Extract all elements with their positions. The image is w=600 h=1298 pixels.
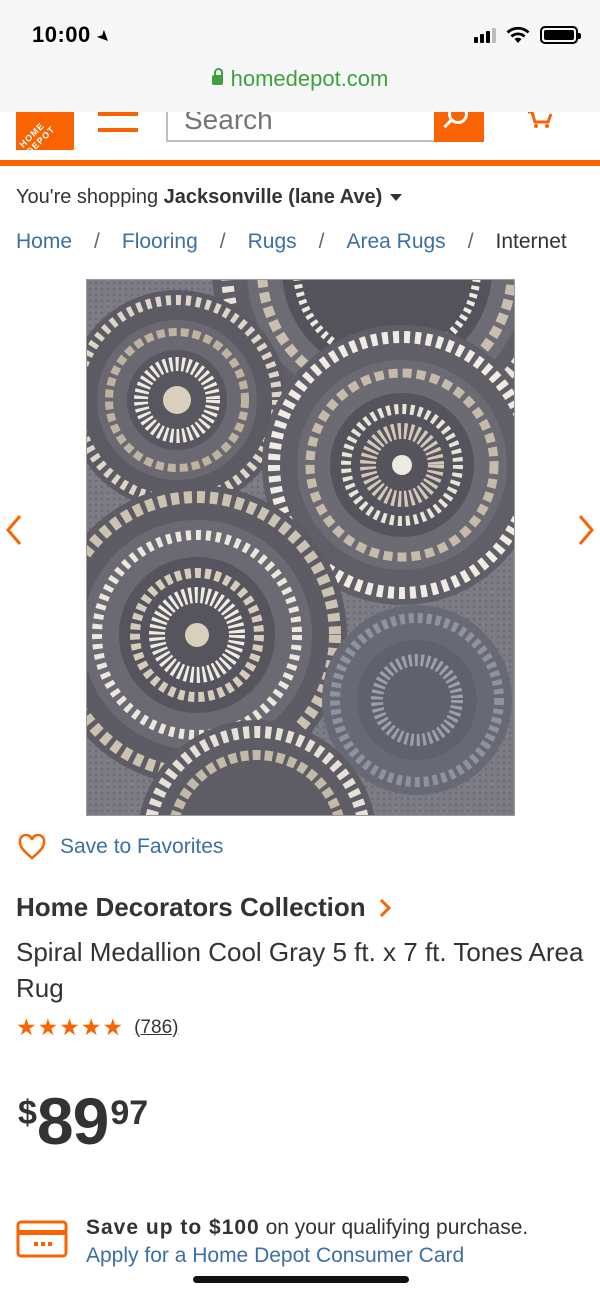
battery-icon [540, 26, 581, 44]
promo-text: Save up to $100 on your qualifying purch… [86, 1216, 528, 1268]
promo-bold: Save up to $100 [86, 1216, 260, 1239]
caret-down-icon[interactable] [390, 194, 403, 202]
price-dollars: 89 [36, 1084, 109, 1158]
brand-link[interactable]: Home Decorators Collection [16, 892, 392, 923]
breadcrumb-separator: / [318, 230, 325, 253]
product-rating[interactable]: ★★★★★ (786) [16, 1014, 178, 1041]
logo-text: HOME DEPOT [17, 120, 58, 157]
product-image[interactable] [86, 279, 515, 816]
time-label: 10:00 [32, 22, 91, 47]
search-icon [448, 112, 468, 124]
promo-line: Save up to $100 on your qualifying purch… [86, 1216, 528, 1240]
product-price: $ 89 97 [18, 1086, 148, 1156]
rug-pattern-image [87, 280, 514, 815]
url-display[interactable]: homedepot.com [0, 66, 600, 92]
breadcrumb-rugs[interactable]: Rugs [248, 230, 297, 254]
store-selector[interactable]: You're shopping Jacksonville (lane Ave) [16, 186, 403, 209]
url-label: homedepot.com [230, 66, 389, 91]
heart-icon[interactable] [18, 834, 46, 860]
status-time: 10:00 ➤ [32, 22, 114, 48]
promo-rest: on your qualifying purchase. [259, 1216, 529, 1239]
apply-card-link[interactable]: Apply for a Home Depot Consumer Card [86, 1244, 528, 1268]
chevron-right-icon [379, 898, 391, 917]
credit-card-promo: Save up to $100 on your qualifying purch… [16, 1216, 528, 1268]
site-header: HOME DEPOT [0, 112, 600, 162]
review-count-link[interactable]: (786) [134, 1017, 178, 1039]
hamburger-menu-icon[interactable] [98, 112, 138, 132]
store-prefix: You're shopping [16, 186, 159, 208]
price-cents: 97 [110, 1094, 149, 1132]
chevron-right-icon[interactable] [578, 514, 594, 546]
status-icons [474, 26, 581, 44]
credit-card-icon [16, 1220, 68, 1258]
store-name[interactable]: Jacksonville (lane Ave) [164, 186, 383, 208]
cart-icon[interactable] [526, 112, 554, 128]
breadcrumb-area-rugs[interactable]: Area Rugs [346, 230, 445, 254]
breadcrumb-home[interactable]: Home [16, 230, 72, 254]
lock-icon [211, 68, 223, 85]
breadcrumb: Home / Flooring / Rugs / Area Rugs / Int… [16, 230, 567, 254]
save-to-favorites[interactable]: Save to Favorites [18, 834, 223, 860]
breadcrumb-separator: / [94, 230, 100, 253]
search-box [166, 112, 484, 142]
location-arrow-icon: ➤ [92, 26, 115, 49]
search-input[interactable] [184, 112, 434, 136]
cellular-signal-icon [474, 27, 496, 43]
brand-name[interactable]: Home Decorators Collection [16, 892, 366, 923]
url-bar[interactable]: homedepot.com [0, 60, 600, 112]
chevron-left-icon[interactable] [6, 514, 22, 546]
breadcrumb-flooring[interactable]: Flooring [122, 230, 198, 254]
wifi-icon [506, 26, 530, 43]
price-currency: $ [18, 1094, 37, 1132]
status-bar: 10:00 ➤ [0, 0, 600, 60]
home-indicator[interactable] [193, 1276, 409, 1283]
home-depot-logo[interactable]: HOME DEPOT [16, 112, 74, 157]
save-to-favorites-label[interactable]: Save to Favorites [60, 835, 223, 859]
breadcrumb-separator: / [467, 230, 474, 253]
star-rating-icon: ★★★★★ [16, 1014, 125, 1040]
product-title: Spiral Medallion Cool Gray 5 ft. x 7 ft.… [16, 937, 584, 1003]
header-divider [0, 160, 600, 166]
breadcrumb-current: Internet [495, 230, 567, 253]
breadcrumb-separator: / [219, 230, 226, 253]
search-button[interactable] [434, 112, 484, 142]
